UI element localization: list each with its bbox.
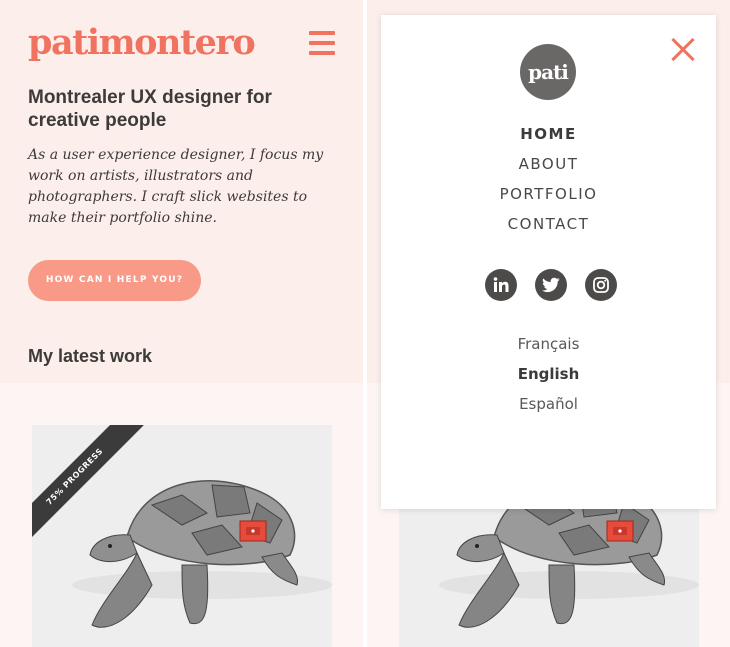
progress-ribbon: 75% PROGRESS	[32, 425, 152, 545]
linkedin-icon[interactable]	[485, 269, 517, 301]
language-option-espanol[interactable]: Español	[381, 389, 716, 419]
menu-logo-badge[interactable]: pati	[520, 44, 576, 100]
page-headline: Montrealer UX designer for creative peop…	[28, 87, 272, 131]
hamburger-menu-icon[interactable]	[309, 30, 335, 56]
menu-open-view: pati HOME ABOUT PORTFOLIO CONTACT França…	[367, 0, 730, 647]
progress-ribbon-label: 75% PROGRESS	[32, 425, 144, 545]
close-icon[interactable]	[670, 37, 696, 63]
social-links	[485, 269, 620, 301]
latest-work-heading: My latest work	[28, 346, 153, 366]
language-switcher: Français English Español	[381, 329, 716, 419]
home-page-view: patimontero Montrealer UX designer for c…	[0, 0, 363, 647]
portfolio-card[interactable]: 75% PROGRESS	[32, 425, 332, 647]
navigation-menu-panel: pati HOME ABOUT PORTFOLIO CONTACT França…	[381, 15, 716, 509]
twitter-icon[interactable]	[535, 269, 567, 301]
nav-item-home[interactable]: HOME	[381, 119, 716, 149]
language-option-francais[interactable]: Français	[381, 329, 716, 359]
main-nav: HOME ABOUT PORTFOLIO CONTACT	[381, 119, 716, 239]
site-logo[interactable]: patimontero	[28, 22, 256, 63]
nav-item-about[interactable]: ABOUT	[381, 149, 716, 179]
nav-item-contact[interactable]: CONTACT	[381, 209, 716, 239]
intro-text: As a user experience designer, I focus m…	[28, 147, 324, 226]
instagram-icon[interactable]	[585, 269, 617, 301]
language-option-english[interactable]: English	[381, 359, 716, 389]
help-cta-button[interactable]: HOW CAN I HELP YOU?	[28, 260, 201, 301]
nav-item-portfolio[interactable]: PORTFOLIO	[381, 179, 716, 209]
